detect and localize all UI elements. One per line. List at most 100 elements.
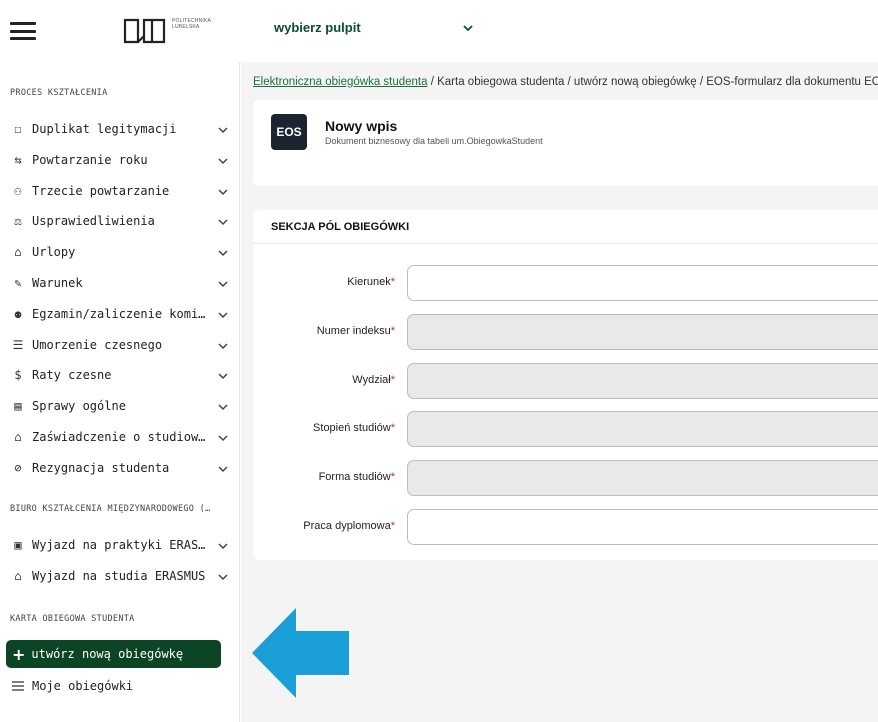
field-label-praca-dyplomowa: Praca dyplomowa* [303,520,395,532]
chevron-down-icon[interactable] [216,399,230,413]
required-asterisk: * [390,325,395,337]
praca-dyplomowa-field[interactable] [407,509,878,545]
sidebar-item-zaswiadczenie-o-studiowa[interactable]: ⌂ Zaświadczenie o studiowa… [10,425,230,449]
id-card-icon: ☐ [14,122,22,136]
sidebar-item-powtarzanie-roku[interactable]: ⇆ Powtarzanie roku [10,148,230,172]
field-label-wydzia: Wydział* [352,374,395,386]
field-label-kierunek: Kierunek* [347,276,395,288]
list-icon [10,679,26,693]
sidebar-item-label: Raty czesne [32,368,112,383]
sidebar-item-label: Zaświadczenie o studiowa… [32,430,212,444]
sidebar: PROCES KSZTAŁCENIA ☐ Duplikat legitymacji… [0,62,240,722]
breadcrumb-rest: / Karta obiegowa studenta / utwórz nową … [427,76,878,88]
pulpit-select[interactable]: wybierz pulpit [274,20,361,35]
breadcrumb-link-eos[interactable]: Elektroniczna obiegówka studenta [253,76,428,88]
graduation-cap-icon: ⌂ [14,569,22,583]
field-label-numer-indeksu: Numer indeksu* [317,325,395,337]
chevron-down-icon[interactable] [216,214,230,228]
page-title: Nowy wpis [325,118,398,134]
required-asterisk: * [390,276,395,288]
sidebar-item-wyjazd-na-praktyki-erasm[interactable]: ▣ Wyjazd na praktyki ERASM… [10,533,230,557]
user-check-icon: ⚉ [14,306,22,321]
field-label-text: Praca dyplomowa [303,520,391,532]
form-section-card: SEKCJA PÓL OBIEGÓWKI Kierunek* Numer inde… [253,210,878,560]
chevron-down-icon[interactable] [216,538,230,552]
numer-indeksu-field [407,314,878,350]
sidebar-section-title: KARTA OBIEGOWA STUDENTA [10,614,135,624]
plus-icon: + [12,644,26,664]
sidebar-item-label: Egzamin/zaliczenie komis… [32,306,212,321]
hamburger-menu-icon[interactable] [10,22,36,40]
logo-mark-icon [123,18,166,44]
sidebar-item-label: Usprawiedliwienia [32,214,155,229]
sidebar-item-label: Rezygnacja studenta [32,460,170,475]
sidebar-item-label: Warunek [32,276,83,290]
wydzia-field [407,363,878,399]
sidebar-item-raty-czesne[interactable]: $ Raty czesne [10,363,230,387]
field-label-stopien-studiow: Stopień studiów* [313,422,395,434]
ban-icon: ⊘ [14,460,22,475]
people-icon: ⚇ [14,183,22,198]
chevron-down-icon[interactable] [216,276,230,290]
sidebar-item-label: Urlopy [32,245,76,260]
required-asterisk: * [390,520,395,532]
arrow-left-icon [252,608,349,698]
page-subtitle: Dokument biznesowy dla tabeli um.Obiegow… [325,136,543,146]
sidebar-item-duplikat-legitymacji[interactable]: ☐ Duplikat legitymacji [10,117,230,141]
chevron-down-icon[interactable] [216,461,230,475]
sidebar-section-title: PROCES KSZTAŁCENIA [10,88,108,98]
create-obiegowka-button[interactable]: + utwórz nową obiegówkę [6,640,221,668]
chevron-down-icon[interactable] [460,20,476,36]
field-label-forma-studiow: Forma studiów* [319,471,395,483]
edit-icon: ✎ [14,276,22,290]
field-label-text: Numer indeksu [316,325,391,337]
chevron-down-icon[interactable] [216,569,230,583]
sidebar-item-trzecie-powtarzanie[interactable]: ⚇ Trzecie powtarzanie [10,179,230,203]
sidebar-item-label: Wyjazd na praktyki ERASM… [32,538,212,552]
sidebar-item-usprawiedliwienia[interactable]: ⚖ Usprawiedliwienia [10,209,230,233]
chevron-down-icon[interactable] [216,307,230,321]
scale-icon: ⚖ [14,214,22,229]
hand-coin-icon: $ [14,368,22,383]
required-asterisk: * [390,374,395,386]
sidebar-item-rezygnacja-studenta[interactable]: ⊘ Rezygnacja studenta [10,456,230,480]
chevron-down-icon[interactable] [216,184,230,198]
sidebar-section-title: BIURO KSZTAŁCENIA MIĘDZYNARODOWEGO (… [10,504,211,514]
chevron-down-icon[interactable] [216,122,230,136]
chevron-down-icon[interactable] [216,368,230,382]
sidebar-item-egzamin-zaliczenie-komis[interactable]: ⚉ Egzamin/zaliczenie komis… [10,302,230,326]
divider [253,243,878,244]
sidebar-item-sprawy-ogolne[interactable]: ▤ Sprawy ogólne [10,394,230,418]
sidebar-item-umorzenie-czesnego[interactable]: ☰ Umorzenie czesnego [10,333,230,357]
briefcase-icon: ▣ [14,538,22,552]
form-section-title: SEKCJA PÓL OBIEGÓWKI [271,221,410,233]
coins-icon: ☰ [12,337,24,352]
sidebar-item-urlopy[interactable]: ⌂ Urlopy [10,240,230,264]
chevron-down-icon[interactable] [216,153,230,167]
folder-icon: ▤ [14,399,22,414]
sidebar-item-label: Wyjazd na studia ERASMUS [32,569,206,583]
field-label-text: Forma studiów [318,471,391,483]
sidebar-item-label: Moje obiegówki [32,679,134,693]
chevron-down-icon[interactable] [216,430,230,444]
sidebar-item-label: Powtarzanie roku [32,152,148,167]
logo: POLITECHNIKA LUBELSKA [122,16,232,46]
chevron-down-icon[interactable] [216,338,230,352]
create-obiegowka-label: utwórz nową obiegówkę [31,647,184,661]
field-label-text: Kierunek [347,276,391,288]
repeat-icon: ⇆ [14,152,22,167]
sidebar-item-moje-obiegowki[interactable]: Moje obiegówki [10,674,230,698]
sidebar-item-warunek[interactable]: ✎ Warunek [10,271,230,295]
required-asterisk: * [390,471,395,483]
sidebar-item-wyjazd-na-studia-erasmus[interactable]: ⌂ Wyjazd na studia ERASMUS [10,564,230,588]
graduation-cap-icon: ⌂ [14,430,22,444]
field-label-text: Stopień studiów [313,422,391,434]
top-bar: POLITECHNIKA LUBELSKA wybierz pulpit [0,0,878,62]
field-label-text: Wydział [352,374,391,386]
chevron-down-icon[interactable] [216,245,230,259]
breadcrumb: Elektroniczna obiegówka studenta / Karta… [253,76,878,88]
logo-text: POLITECHNIKA LUBELSKA [172,18,212,30]
forma-studiow-field [407,460,878,496]
kierunek-field[interactable] [407,265,878,301]
required-asterisk: * [390,422,395,434]
